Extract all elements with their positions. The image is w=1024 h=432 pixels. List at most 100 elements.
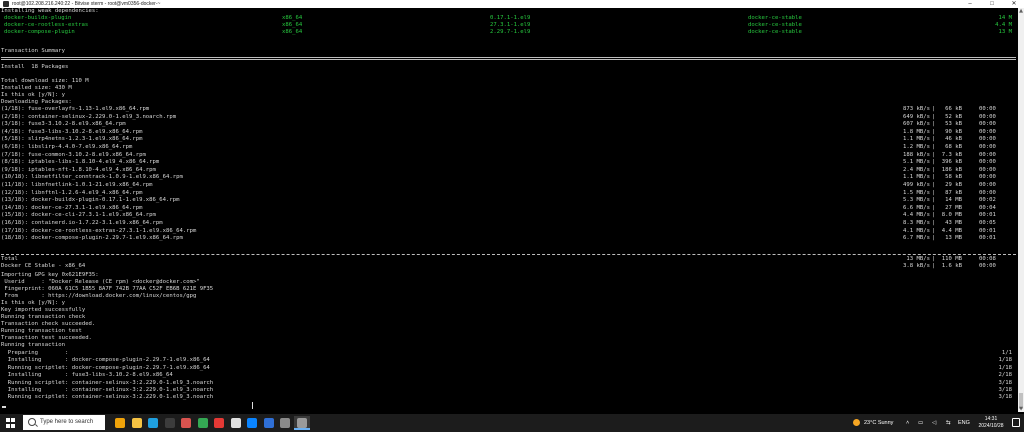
task-view-icon [115, 418, 125, 428]
app-blue-icon [263, 418, 274, 428]
installed-size: Installed size: 430 M [1, 85, 72, 91]
step-text: Preparing : [1, 350, 69, 356]
package-name: (3/18): fuse3-3.10.2-8.el9.x86_64.rpm [1, 121, 126, 128]
package-name: (1/18): fuse-overlayfs-1.13-1.el9.x86_64… [1, 106, 150, 112]
taskbar-app[interactable] [244, 416, 260, 430]
pdf-icon [214, 418, 224, 428]
taskbar-app[interactable] [129, 416, 145, 430]
package-size: 87 kB [945, 189, 962, 196]
taskbar-app[interactable] [112, 416, 128, 430]
minimize-button[interactable]: – [960, 0, 980, 8]
total-download-size: Total download size: 110 M [1, 78, 89, 84]
package-size: 66 kB [945, 106, 962, 112]
bitvise-icon [296, 418, 307, 428]
package-rate: 873 kB/s [903, 106, 930, 112]
package-name: (17/18): docker-ce-rootless-extras-27.3.… [1, 227, 197, 234]
taskbar-app[interactable] [195, 416, 211, 430]
taskbar-app[interactable] [277, 416, 293, 430]
log-line: Userid : "Docker Release (CE rpm) <docke… [1, 279, 200, 285]
step-progress: 3/18 [998, 379, 1012, 386]
dep-repo: docker-ce-stable [748, 22, 802, 28]
total-size: 110 MB [941, 256, 962, 262]
start-button[interactable] [0, 414, 22, 432]
step-text: Running scriptlet: container-selinux-3:2… [1, 394, 214, 401]
step-progress: 1/18 [998, 357, 1012, 364]
notification-center-icon[interactable] [1012, 418, 1020, 427]
summary-title: Transaction Summary [1, 48, 65, 54]
dep-arch: x86_64 [282, 15, 303, 21]
package-name: (6/18): libslirp-4.4.0-7.el9.x86_64.rpm [1, 144, 133, 150]
package-size: 14 MB [945, 197, 962, 204]
package-size: 8.0 MB [941, 212, 962, 219]
package-size: 46 kB [945, 136, 962, 143]
package-size: 4.4 MB [941, 227, 962, 234]
package-size: 53 kB [945, 121, 962, 128]
package-rate: 8.3 MB/s [903, 220, 930, 226]
taskbar-app[interactable] [293, 416, 310, 430]
scroll-down-icon[interactable]: ▼ [1018, 406, 1024, 412]
input-method-icon[interactable]: ⇆ [946, 414, 951, 432]
package-size: 58 kB [945, 174, 962, 181]
package-name: (13/18): docker-buildx-plugin-0.17.1-1.e… [1, 197, 180, 204]
system-clock[interactable]: 14:31 2024/10/28 [976, 416, 1006, 430]
taskbar-app[interactable] [261, 416, 277, 430]
package-time: 00:00 [979, 106, 996, 112]
package-rate: 649 kB/s [903, 113, 930, 120]
downloading-header: Downloading Packages: [1, 99, 72, 105]
scroll-up-icon[interactable]: ▲ [1018, 8, 1024, 14]
language-indicator[interactable]: ENG [958, 414, 970, 432]
step-progress: 3/18 [998, 394, 1012, 401]
weather-text[interactable]: 23°C Sunny [864, 414, 893, 432]
terminal-cursor [2, 406, 6, 408]
package-rate: 188 kB/s [903, 151, 930, 158]
step-progress: 1/1 [1001, 350, 1012, 356]
package-time: 00:00 [979, 166, 996, 173]
terminal-scrollbar[interactable]: ▲ ▼ [1018, 8, 1024, 412]
step-text: Installing : container-selinux-3:2.229.0… [1, 387, 214, 393]
install-count: Install 18 Packages [1, 64, 69, 70]
docker-stable-size: 1.6 kB [941, 263, 962, 269]
volume-icon[interactable]: ◁ [932, 414, 936, 432]
package-size: 7.3 kB [941, 151, 962, 158]
package-time: 00:00 [979, 159, 996, 166]
package-time: 00:01 [979, 212, 996, 219]
dep-size: 4.4 M [995, 22, 1012, 28]
package-name: (2/18): container-selinux-2.229.0-1.el9_… [1, 113, 177, 120]
package-time: 00:04 [979, 204, 996, 211]
package-name: (18/18): docker-compose-plugin-2.29.7-1.… [1, 235, 183, 242]
taskbar-search-box[interactable]: Type here to search [23, 415, 105, 430]
package-name: (16/18): containerd.io-1.7.22-3.1.el9.x8… [1, 220, 163, 226]
log-line: Key imported successfully [1, 307, 86, 313]
taskbar-app[interactable] [162, 416, 178, 430]
package-name: (5/18): slirp4netns-1.2.3-1.el9.x86_64.r… [1, 136, 143, 143]
step-text: Running scriptlet: container-selinux-3:2… [1, 379, 214, 386]
taskbar-app[interactable] [211, 416, 227, 430]
docker-stable-label: Docker CE Stable - x86_64 [1, 263, 86, 269]
docker-stable-rate: 3.8 kB/s [903, 263, 930, 269]
package-size: 29 kB [945, 182, 962, 188]
dep-arch: x86_64 [282, 22, 303, 28]
taskbar-app[interactable] [145, 416, 161, 430]
package-time: 00:00 [979, 136, 996, 143]
terminal-output[interactable]: Installing weak dependencies: docker-bui… [0, 8, 1018, 412]
weak-deps-header: Installing weak dependencies: [1, 8, 99, 14]
close-button[interactable]: ✕ [1004, 0, 1024, 8]
dep-name: docker-buildx-plugin [4, 15, 72, 21]
taskbar-app[interactable] [178, 416, 194, 430]
log-line: From : https://download.docker.com/linux… [1, 293, 197, 299]
package-rate: 1.1 MB/s [903, 136, 930, 143]
network-icon[interactable]: ▭ [918, 414, 923, 432]
maximize-button[interactable]: □ [982, 0, 1002, 8]
log-line: Running transaction [1, 342, 65, 348]
step-text: Installing : docker-compose-plugin-2.29.… [1, 357, 210, 364]
window-title: root@102.208.216.240:22 - Bitvise xterm … [12, 1, 161, 7]
tray-chevron-icon[interactable]: ˄ [906, 414, 909, 432]
dep-version: 2.29.7-1.el9 [490, 29, 531, 35]
taskbar-app[interactable] [228, 416, 244, 430]
package-name: (14/18): docker-ce-27.3.1-1.el9.x86_64.r… [1, 204, 143, 211]
dep-size: 13 M [998, 29, 1012, 35]
package-name: (11/18): libnfnetlink-1.0.1-21.el9.x86_6… [1, 182, 153, 188]
package-rate: 1.5 MB/s [903, 189, 930, 196]
package-rate: 5.1 MB/s [903, 159, 930, 166]
dep-repo: docker-ce-stable [748, 15, 802, 21]
